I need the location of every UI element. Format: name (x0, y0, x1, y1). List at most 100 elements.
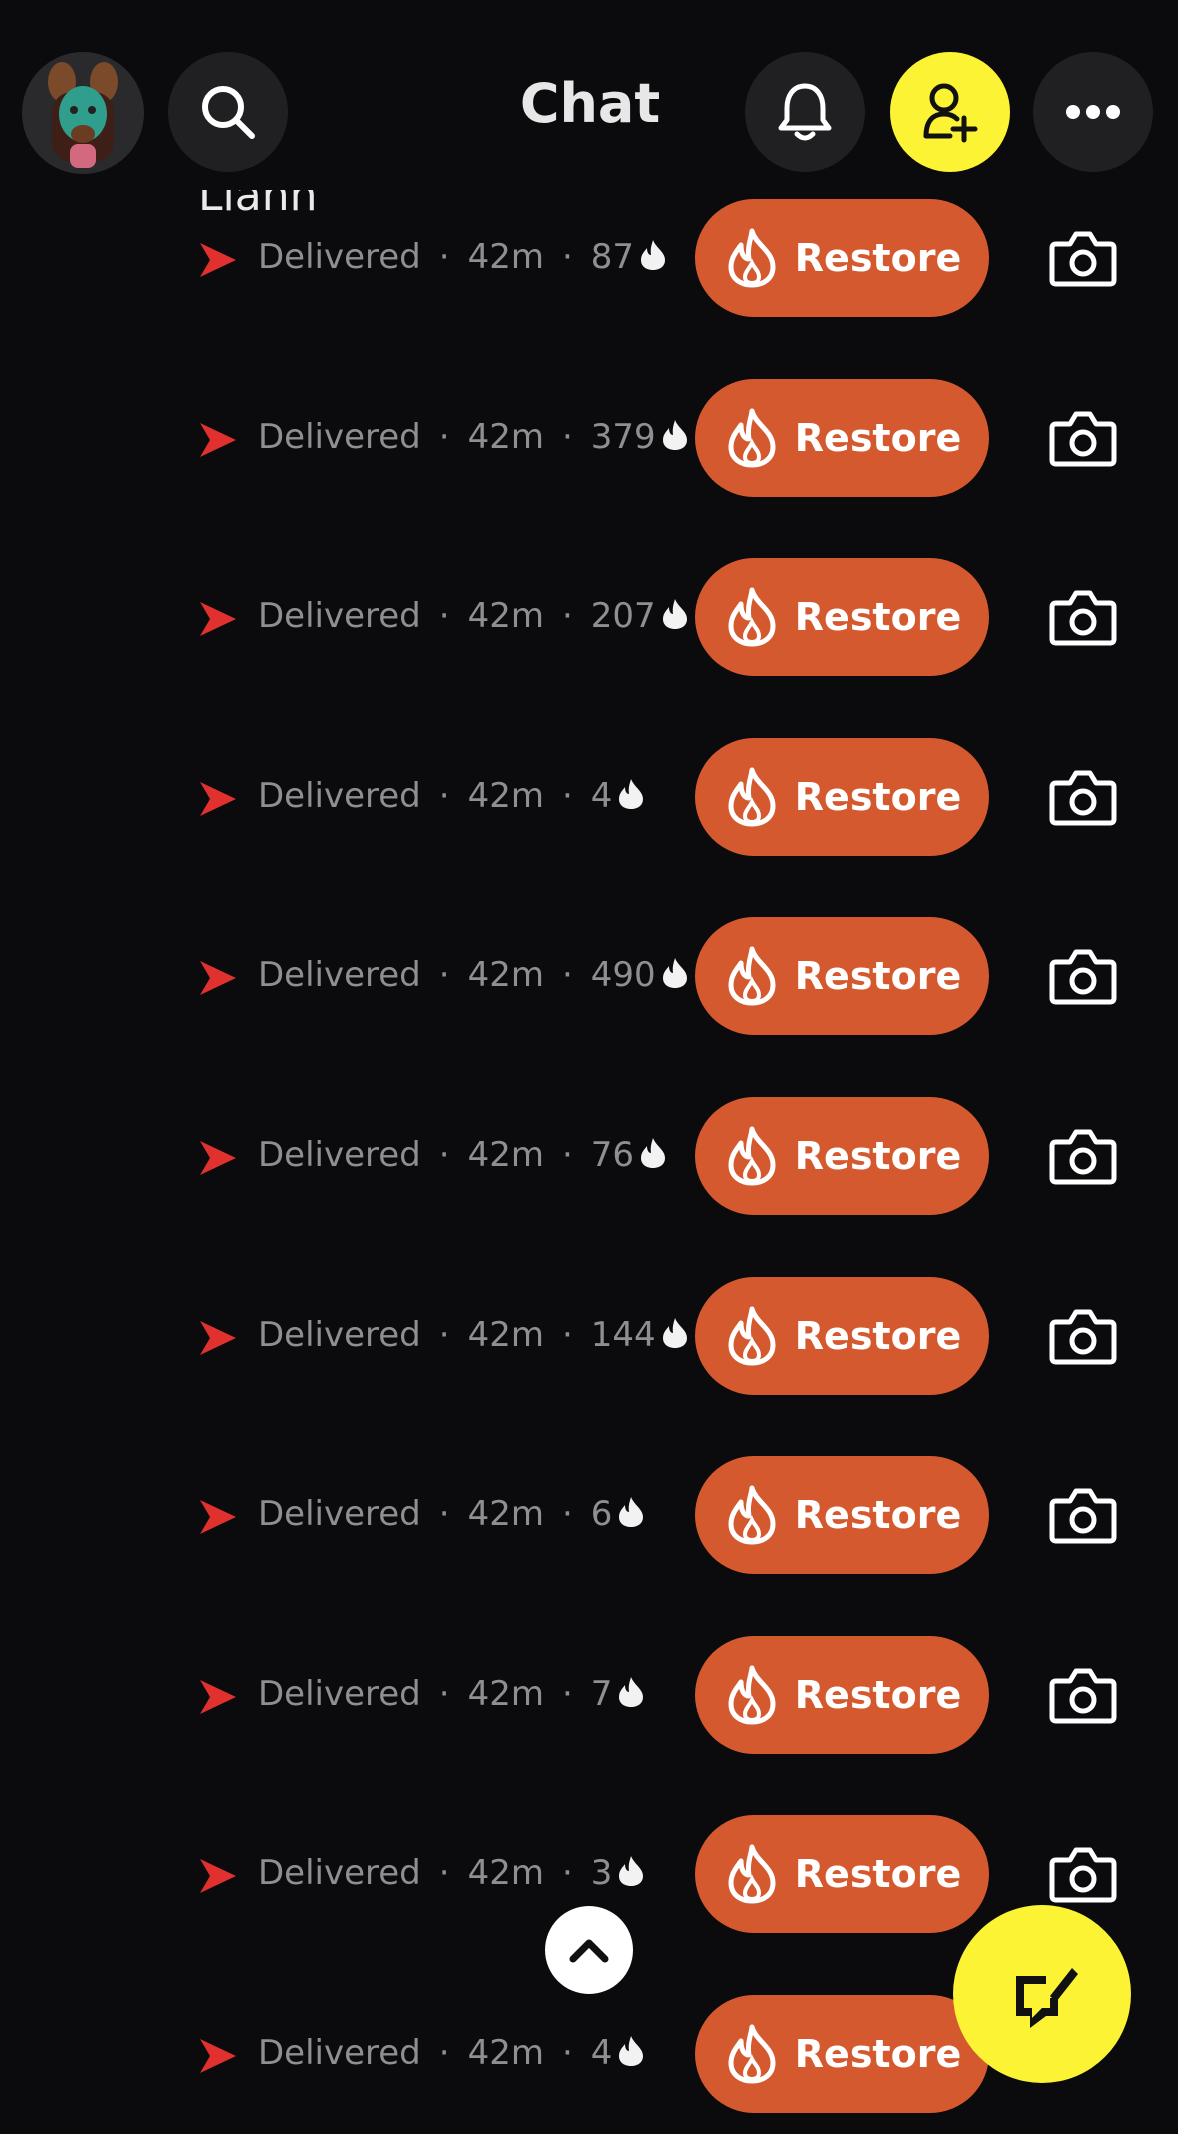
camera-button[interactable] (1048, 410, 1118, 468)
separator-dot: · (438, 596, 450, 637)
search-button[interactable] (168, 52, 288, 172)
status-text: Delivered (258, 2033, 421, 2073)
compose-button[interactable] (953, 1905, 1131, 2083)
separator-dot: · (438, 2033, 450, 2073)
camera-button[interactable] (1048, 1308, 1118, 1366)
delivered-arrow (198, 1678, 238, 1716)
camera-button[interactable] (1048, 948, 1118, 1006)
streak-count: 6 (590, 1494, 613, 1535)
camera-icon (1049, 1129, 1117, 1185)
separator-dot: · (438, 1314, 450, 1355)
flame-icon (728, 767, 776, 827)
restore-button[interactable]: Restore (695, 558, 989, 677)
delivered-arrow (198, 1498, 238, 1536)
status-line: Delivered · 42m · 3 (258, 1853, 646, 1893)
flame-icon (728, 1126, 776, 1186)
avatar[interactable] (22, 52, 144, 174)
flame-icon (728, 1844, 776, 1904)
delivered-arrow (198, 421, 238, 459)
more-button[interactable] (1033, 52, 1153, 172)
chat-row[interactable]: Delivered · 42m · 76 Restore (0, 1057, 1178, 1236)
delivered-arrow (198, 600, 238, 638)
top-bar: Chat (0, 0, 1178, 190)
separator-dot: · (438, 1494, 450, 1535)
restore-label: Restore (794, 954, 962, 999)
separator-dot: · (561, 596, 573, 637)
delivered-arrow (198, 1139, 238, 1177)
chat-row[interactable]: Delivered · 42m · 379 Restore (0, 339, 1178, 518)
camera-icon (1049, 231, 1117, 287)
camera-button[interactable] (1048, 769, 1118, 827)
status-text: Delivered (258, 1673, 421, 1714)
status-line: Delivered · 42m · 4 (258, 776, 646, 816)
restore-button[interactable]: Restore (695, 1456, 989, 1575)
time-text: 42m (467, 1494, 544, 1535)
delivered-arrow-icon (200, 602, 236, 637)
scroll-to-top-button[interactable] (545, 1906, 633, 1994)
camera-icon (1049, 411, 1117, 467)
chat-row[interactable]: Delivered · 42m · 207 Restore (0, 518, 1178, 697)
chat-row[interactable]: Delivered · 42m · 7 Restore (0, 1596, 1178, 1775)
camera-button[interactable] (1048, 1667, 1118, 1725)
status-text: Delivered (258, 237, 421, 277)
separator-dot: · (438, 1853, 450, 1894)
delivered-arrow (198, 780, 238, 818)
delivered-arrow-icon (200, 422, 236, 457)
separator-dot: · (561, 1673, 573, 1714)
bell-icon (778, 83, 832, 141)
status-line: Delivered · 42m · 4 (258, 2033, 646, 2073)
restore-button[interactable]: Restore (695, 378, 989, 497)
restore-button[interactable]: Restore (695, 1635, 989, 1754)
separator-dot: · (561, 775, 573, 816)
status-text: Delivered (258, 1853, 421, 1894)
restore-label: Restore (794, 415, 962, 460)
streak-flame-icon (619, 778, 644, 809)
status-text: Delivered (258, 1314, 421, 1355)
chat-row[interactable]: Delivered · 42m · 6 Restore (0, 1416, 1178, 1595)
chat-row[interactable]: Delivered · 42m · 490 Restore (0, 877, 1178, 1056)
time-text: 42m (467, 416, 544, 457)
camera-button[interactable] (1048, 230, 1118, 288)
chat-row[interactable]: Delivered · 42m · 144 Restore (0, 1237, 1178, 1416)
add-friend-button[interactable] (890, 52, 1010, 172)
status-line: Delivered · 42m · 7 (258, 1674, 646, 1714)
camera-button[interactable] (1048, 589, 1118, 647)
compose-icon (1016, 1968, 1078, 2028)
delivered-arrow-icon (200, 243, 236, 277)
restore-button[interactable]: Restore (695, 1276, 989, 1395)
separator-dot: · (438, 775, 450, 816)
restore-button[interactable]: Restore (695, 1995, 989, 2113)
notifications-button[interactable] (745, 52, 865, 172)
restore-button[interactable]: Restore (695, 1815, 989, 1934)
status-line: Delivered · 42m · 87 (258, 237, 668, 277)
time-text: 42m (467, 1853, 544, 1894)
camera-icon (1049, 590, 1117, 646)
separator-dot: · (438, 1673, 450, 1714)
status-line: Delivered · 42m · 144 (258, 1315, 690, 1355)
delivered-arrow-icon (200, 1141, 236, 1175)
restore-button[interactable]: Restore (695, 1097, 989, 1215)
restore-label: Restore (794, 1672, 962, 1717)
status-line: Delivered · 42m · 6 (258, 1494, 646, 1534)
streak-flame-icon (641, 1138, 666, 1168)
camera-icon (1049, 770, 1117, 826)
restore-label: Restore (794, 595, 962, 640)
restore-button[interactable]: Restore (695, 917, 989, 1036)
restore-button[interactable]: Restore (695, 199, 989, 317)
camera-button[interactable] (1048, 1128, 1118, 1186)
separator-dot: · (438, 416, 450, 457)
streak-count: 87 (590, 237, 635, 277)
flame-icon (728, 946, 776, 1006)
camera-button[interactable] (1048, 1487, 1118, 1545)
time-text: 42m (467, 775, 544, 816)
chat-row[interactable]: Delivered · 42m · 4 Restore (0, 698, 1178, 877)
chevron-up-icon (569, 1939, 609, 1963)
restore-button[interactable]: Restore (695, 737, 989, 856)
flame-icon (728, 1306, 776, 1366)
camera-icon (1049, 949, 1117, 1005)
camera-icon (1049, 1309, 1117, 1365)
camera-button[interactable] (1048, 1846, 1118, 1904)
separator-dot: · (438, 955, 450, 996)
camera-icon (1049, 1668, 1117, 1724)
delivered-arrow-icon (200, 1859, 236, 1894)
